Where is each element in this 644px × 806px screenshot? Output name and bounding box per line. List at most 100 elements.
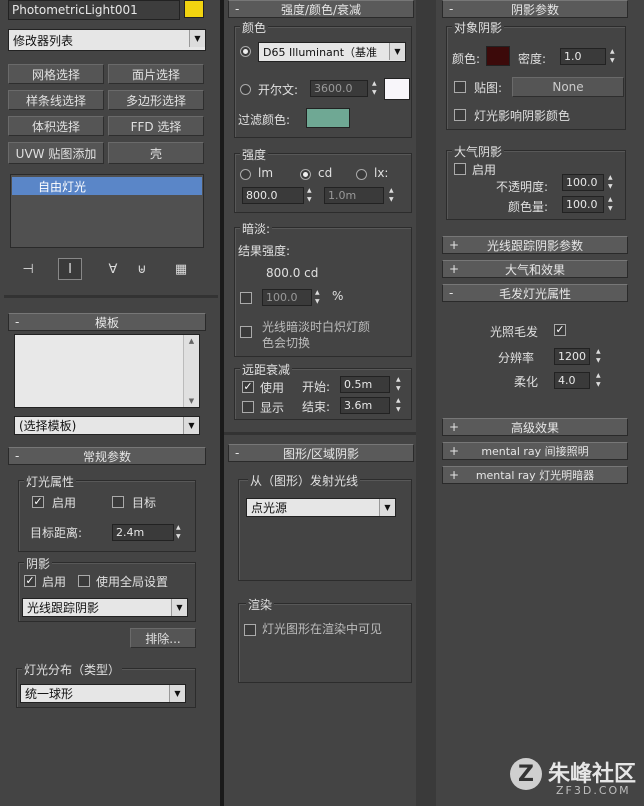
density-input[interactable]: 1.0 (560, 48, 606, 65)
rollout-advanced-effects[interactable]: + 高级效果 (442, 418, 628, 436)
make-unique-icon[interactable]: ∀ (102, 260, 124, 278)
lx-distance-input[interactable]: 1.0m (324, 187, 384, 204)
rollout-raytrace-shadow[interactable]: + 光线跟踪阴影参数 (442, 236, 628, 254)
scroll-up-icon[interactable]: ▲ (189, 337, 194, 345)
rollout-shadow-params[interactable]: - 阴影参数 (442, 0, 628, 18)
atmosphere-enabled-checkbox[interactable] (454, 163, 466, 175)
hair-resolution-input[interactable]: 1200 (554, 348, 590, 365)
opacity-spinner[interactable]: ▲ ▼ (608, 174, 617, 191)
template-select[interactable]: (选择模板) ▼ (14, 416, 200, 435)
uvw-map-add-button[interactable]: UVW 贴图添加 (8, 142, 104, 164)
intensity-value-input[interactable]: 800.0 (242, 187, 304, 204)
result-intensity-label: 结果强度: (238, 244, 291, 258)
kelvin-spinner[interactable]: ▲ ▼ (372, 80, 381, 97)
illuminant-select[interactable]: D65 Illuminant（基准 ▼ (258, 42, 406, 62)
color-amount-input[interactable]: 100.0 (562, 196, 604, 213)
rollout-templates[interactable]: - 模板 (8, 313, 206, 331)
rollout-intensity[interactable]: - 强度/颜色/衰减 (228, 0, 414, 18)
shadow-enabled-checkbox[interactable]: ✓ (24, 575, 36, 587)
intensity-spinner[interactable]: ▲ ▼ (307, 187, 316, 204)
spline-select-button[interactable]: 样条线选择 (8, 90, 104, 110)
lm-radio[interactable] (240, 169, 251, 180)
far-end-input[interactable]: 3.6m (340, 397, 390, 414)
rollout-shape[interactable]: - 图形/区域阴影 (228, 444, 414, 462)
distribution-select[interactable]: 统一球形 ▼ (20, 684, 186, 703)
kelvin-color-swatch[interactable] (384, 78, 410, 100)
target-distance-label: 目标距离: (30, 526, 83, 540)
chevron-down-icon: ▼ (379, 499, 395, 516)
exclude-button[interactable]: 排除... (130, 628, 196, 648)
hair-soften-input[interactable]: 4.0 (554, 372, 590, 389)
use-global-checkbox[interactable] (78, 575, 90, 587)
show-end-result-icon[interactable]: Ⅰ (58, 258, 82, 280)
modifier-list-dropdown[interactable]: 修改器列表 ▼ (8, 29, 206, 51)
configure-sets-icon[interactable]: ▦ (170, 260, 192, 278)
stack-item-free-light[interactable]: 自由灯光 (12, 177, 202, 195)
light-affects-shadow-checkbox[interactable] (454, 109, 466, 121)
dimming-percent-checkbox[interactable] (240, 292, 252, 304)
render-label: 渲染 (246, 596, 275, 613)
light-hair-checkbox[interactable]: ✓ (554, 324, 566, 336)
far-use-checkbox[interactable]: ✓ (242, 381, 254, 393)
rollout-mr-indirect[interactable]: + mental ray 间接照明 (442, 442, 628, 460)
illuminant-radio[interactable] (240, 46, 251, 57)
chevron-down-icon: ▼ (389, 43, 405, 60)
target-distance-input[interactable]: 2.4m (112, 524, 174, 541)
shadow-type-select[interactable]: 光线跟踪阴影 ▼ (22, 598, 188, 617)
emit-shape-select[interactable]: 点光源 ▼ (246, 498, 396, 517)
lm-label: lm (258, 166, 274, 180)
far-end-spinner[interactable]: ▲ ▼ (396, 397, 405, 414)
far-show-checkbox[interactable] (242, 401, 254, 413)
atmosphere-shadow-label: 大气阴影 (452, 143, 505, 160)
incandescent-checkbox[interactable] (240, 326, 252, 338)
shadow-color-swatch[interactable] (486, 46, 510, 66)
density-spinner[interactable]: ▲ ▼ (610, 48, 619, 65)
rollout-hair-light[interactable]: - 毛发灯光属性 (442, 284, 628, 302)
map-none-button[interactable]: None (512, 77, 624, 97)
rollout-general[interactable]: - 常规参数 (8, 447, 206, 465)
color-amount-spinner[interactable]: ▲ ▼ (608, 196, 617, 213)
dimming-percent-spinner[interactable]: ▲ ▼ (315, 289, 324, 306)
hair-resolution-spinner[interactable]: ▲ ▼ (596, 348, 605, 365)
lx-distance-spinner[interactable]: ▲ ▼ (389, 187, 398, 204)
object-shadow-label: 对象阴影 (452, 19, 505, 36)
far-start-spinner[interactable]: ▲ ▼ (396, 376, 405, 393)
shell-button[interactable]: 壳 (108, 142, 204, 164)
far-start-label: 开始: (302, 380, 331, 394)
hair-resolution-label: 分辨率 (498, 351, 535, 365)
target-distance-spinner[interactable]: ▲ ▼ (176, 524, 185, 541)
hair-soften-spinner[interactable]: ▲ ▼ (596, 372, 605, 389)
render-visible-checkbox[interactable] (244, 624, 256, 636)
cd-radio[interactable] (300, 169, 311, 180)
patch-select-button[interactable]: 面片选择 (108, 64, 204, 84)
ffd-select-button[interactable]: FFD 选择 (108, 116, 204, 136)
incandescent-label-line1: 光线暗淡时白炽灯颜 (262, 320, 371, 334)
light-enabled-checkbox[interactable]: ✓ (32, 496, 44, 508)
scroll-down-icon[interactable]: ▼ (189, 397, 194, 405)
opacity-input[interactable]: 100.0 (562, 174, 604, 191)
cd-label: cd (318, 166, 333, 180)
object-color-swatch[interactable] (184, 0, 204, 18)
filter-color-swatch[interactable] (306, 108, 350, 128)
map-checkbox[interactable] (454, 81, 466, 93)
rollout-mr-shader[interactable]: + mental ray 灯光明暗器 (442, 466, 628, 484)
lx-radio[interactable] (356, 169, 367, 180)
dimming-percent-input[interactable]: 100.0 (262, 289, 312, 306)
template-list[interactable]: ▲ ▼ (14, 334, 200, 408)
kelvin-radio[interactable] (240, 84, 251, 95)
far-start-input[interactable]: 0.5m (340, 376, 390, 393)
volume-select-button[interactable]: 体积选择 (8, 116, 104, 136)
remove-modifier-icon[interactable]: ⊎ (132, 260, 152, 278)
scrollbar[interactable]: ▲ ▼ (183, 335, 199, 407)
mesh-select-button[interactable]: 网格选择 (8, 64, 104, 84)
rollout-atmosphere-effects[interactable]: + 大气和效果 (442, 260, 628, 278)
rollout-title: 光线跟踪阴影参数 (486, 238, 583, 253)
light-properties-group (18, 480, 196, 552)
watermark-url: ZF3D.COM (556, 784, 631, 797)
rollout-title: 大气和效果 (504, 262, 565, 277)
poly-select-button[interactable]: 多边形选择 (108, 90, 204, 110)
pin-stack-icon[interactable]: ⊣ (18, 260, 38, 278)
object-name-field[interactable]: PhotometricLight001 (8, 0, 180, 20)
target-checkbox[interactable] (112, 496, 124, 508)
kelvin-input[interactable]: 3600.0 (310, 80, 368, 97)
